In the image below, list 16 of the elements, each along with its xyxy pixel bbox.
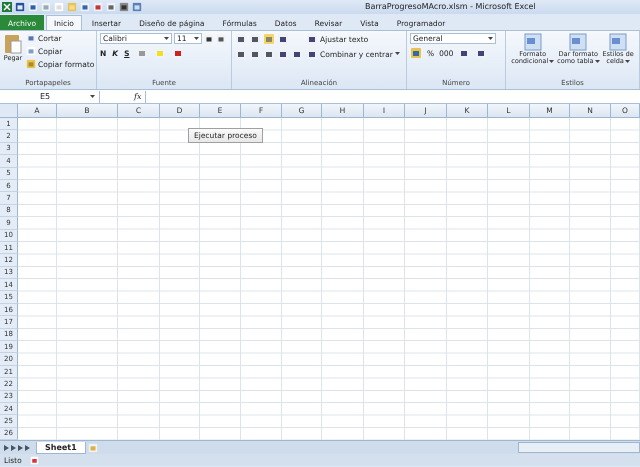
- name-box[interactable]: E5: [0, 90, 100, 102]
- sheet-tab[interactable]: Sheet1: [36, 442, 86, 454]
- caret-icon[interactable]: [594, 60, 600, 64]
- caret-icon[interactable]: [194, 36, 199, 40]
- caret-icon[interactable]: [394, 52, 400, 56]
- horizontal-scrollbar[interactable]: [518, 442, 640, 454]
- caret-icon[interactable]: [164, 36, 169, 40]
- caret-icon[interactable]: [488, 36, 493, 40]
- window-title: BarraProgresoMAcro.xlsm - Microsoft Excel: [365, 2, 536, 11]
- caret-icon[interactable]: [90, 94, 95, 98]
- cell-grid[interactable]: [18, 118, 640, 440]
- excel-logo-icon[interactable]: [2, 2, 12, 12]
- clipboard-icon: [3, 33, 23, 55]
- insert-function-button[interactable]: fx: [134, 92, 142, 101]
- caret-icon[interactable]: [549, 60, 554, 64]
- caret-icon[interactable]: [624, 60, 630, 64]
